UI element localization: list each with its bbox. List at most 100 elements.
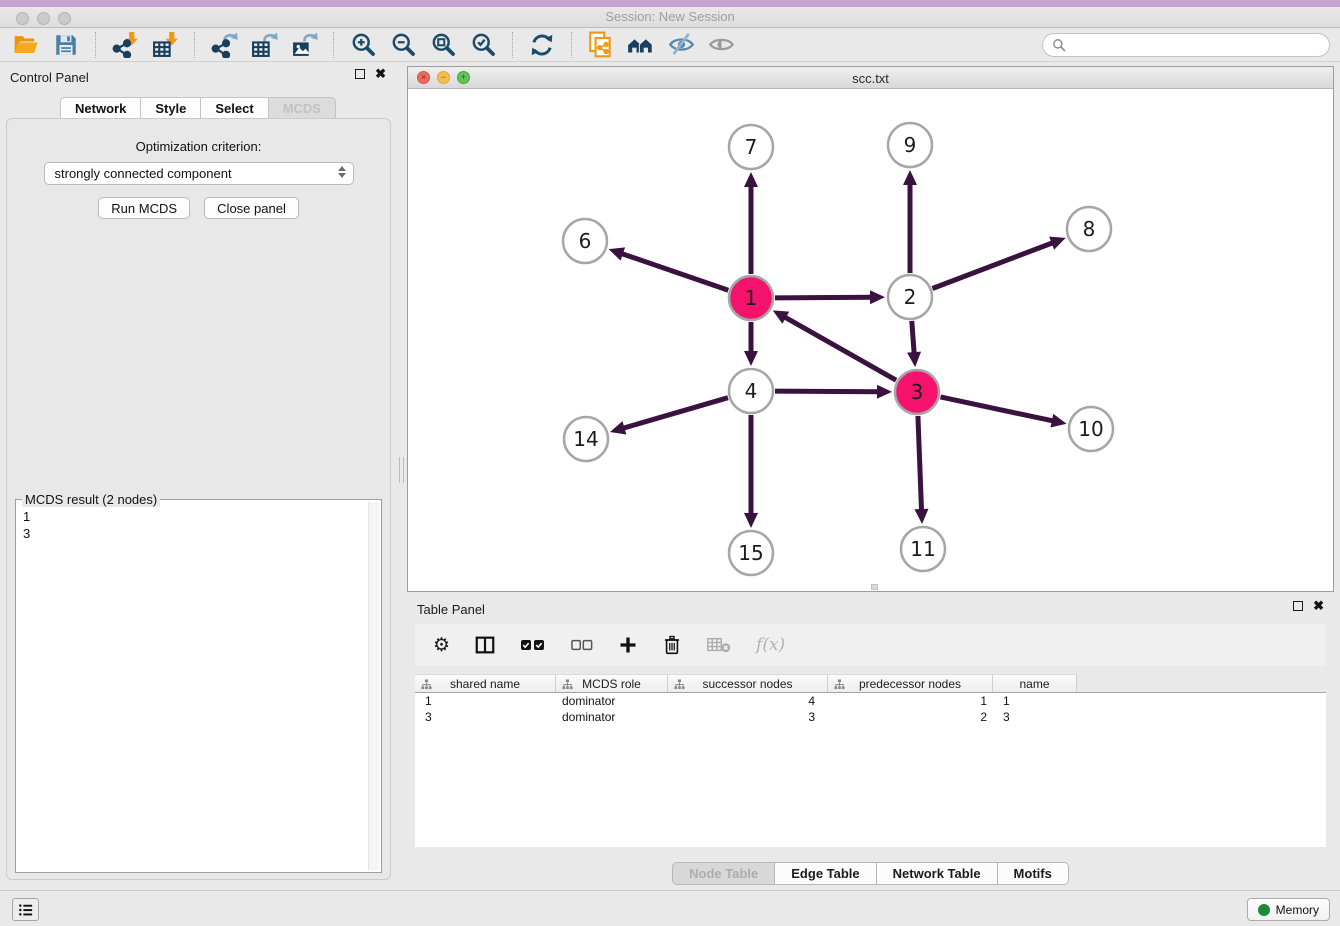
select-all-checkboxes-icon[interactable]: [520, 637, 546, 653]
show-graphics-details-icon[interactable]: [705, 30, 737, 60]
column-header-mcds-role[interactable]: MCDS role: [556, 674, 668, 692]
graph-node-14[interactable]: 14: [564, 417, 608, 461]
open-session-icon[interactable]: [10, 30, 42, 60]
tab-style[interactable]: Style: [141, 97, 201, 120]
table-cell[interactable]: dominator: [556, 709, 668, 725]
graph-edge-4-14[interactable]: [610, 398, 728, 435]
graph-node-9[interactable]: 9: [888, 123, 932, 167]
search-input[interactable]: [1072, 37, 1320, 52]
graph-edge-4-15[interactable]: [744, 415, 758, 528]
search-field[interactable]: [1042, 33, 1330, 57]
zoom-in-icon[interactable]: [347, 30, 379, 60]
close-panel-button[interactable]: Close panel: [204, 197, 299, 219]
zoom-selected-icon[interactable]: [467, 30, 499, 60]
table-toolbar: ⚙ f(x): [415, 624, 1326, 666]
deselect-all-checkboxes-icon[interactable]: [570, 638, 594, 652]
column-header-name[interactable]: name: [993, 674, 1077, 692]
table-cell[interactable]: 3: [668, 709, 828, 725]
graph-edge-1-4[interactable]: [744, 322, 758, 366]
first-neighbors-icon[interactable]: [625, 30, 657, 60]
float-table-panel-icon[interactable]: [1293, 601, 1303, 611]
table-cell[interactable]: 3: [415, 709, 556, 725]
table-cell[interactable]: 3: [993, 709, 1077, 725]
graph-node-15[interactable]: 15: [729, 531, 773, 575]
function-builder-icon: f(x): [756, 635, 785, 655]
export-image-icon[interactable]: [288, 30, 320, 60]
tab-edge-table[interactable]: Edge Table: [775, 862, 876, 885]
close-panel-icon[interactable]: ✖: [375, 69, 386, 79]
import-network-icon[interactable]: [109, 30, 141, 60]
table-row[interactable]: 1dominator411: [415, 693, 1326, 709]
tab-node-table[interactable]: Node Table: [672, 862, 775, 885]
column-header-successor-nodes[interactable]: successor nodes: [668, 674, 828, 692]
table-cell[interactable]: 2: [828, 709, 993, 725]
new-network-from-selection-icon[interactable]: [585, 30, 617, 60]
network-view-window: × − + scc.txt 7 9 6 8 1 2 4 3 14 10 15 11: [407, 66, 1334, 592]
tab-network-table[interactable]: Network Table: [877, 862, 998, 885]
graph-node-1[interactable]: 1: [729, 276, 773, 320]
delete-row-icon[interactable]: [662, 634, 682, 656]
add-row-icon[interactable]: [618, 635, 638, 655]
graph-edge-4-3[interactable]: [775, 385, 892, 399]
zoom-out-icon[interactable]: [387, 30, 419, 60]
graph-edge-2-8[interactable]: [932, 237, 1065, 289]
graph-node-6[interactable]: 6: [563, 219, 607, 263]
toolbar-separator: [571, 32, 572, 58]
close-table-panel-icon[interactable]: ✖: [1313, 601, 1324, 611]
graph-node-10[interactable]: 10: [1069, 407, 1113, 451]
network-window-titlebar[interactable]: × − + scc.txt: [408, 67, 1333, 89]
graph-edge-2-3[interactable]: [907, 321, 921, 367]
graph-edge-2-9[interactable]: [903, 170, 917, 273]
result-scrollbar[interactable]: [368, 502, 379, 870]
panel-splitter[interactable]: [397, 62, 407, 890]
mcds-result-title: MCDS result (2 nodes): [22, 492, 160, 507]
graph-edge-1-6[interactable]: [609, 247, 729, 290]
toolbar-separator: [95, 32, 96, 58]
save-session-icon[interactable]: [50, 30, 82, 60]
table-row[interactable]: 3dominator323: [415, 709, 1326, 725]
import-table-icon[interactable]: [149, 30, 181, 60]
graph-node-8[interactable]: 8: [1067, 207, 1111, 251]
table-cell[interactable]: 1: [993, 693, 1077, 709]
graph-node-2[interactable]: 2: [888, 275, 932, 319]
run-mcds-button[interactable]: Run MCDS: [98, 197, 190, 219]
column-header-shared-name[interactable]: shared name: [415, 674, 556, 692]
table-cell[interactable]: 1: [415, 693, 556, 709]
canvas-grip-icon[interactable]: [871, 584, 878, 590]
refresh-layout-icon[interactable]: [526, 30, 558, 60]
memory-button[interactable]: Memory: [1247, 898, 1330, 921]
hierarchy-icon: [421, 679, 432, 690]
tab-select[interactable]: Select: [201, 97, 268, 120]
menubar-accent-strip: [0, 0, 1340, 7]
export-table-icon[interactable]: [248, 30, 280, 60]
graph-edge-3-1[interactable]: [773, 310, 896, 380]
mcds-result-text[interactable]: 1 3: [18, 508, 367, 870]
zoom-fit-icon[interactable]: [427, 30, 459, 60]
show-columns-icon[interactable]: [474, 634, 496, 656]
column-header-predecessor-nodes[interactable]: predecessor nodes: [828, 674, 993, 692]
graph-edge-3-10[interactable]: [940, 397, 1066, 428]
hide-graphics-details-icon[interactable]: [665, 30, 697, 60]
graph-node-3[interactable]: 3: [895, 370, 939, 414]
splitter-grip[interactable]: [399, 457, 404, 483]
table-cell[interactable]: 1: [828, 693, 993, 709]
graph-edge-1-2[interactable]: [775, 290, 885, 304]
network-window-title: scc.txt: [408, 71, 1333, 86]
graph-node-11[interactable]: 11: [901, 527, 945, 571]
task-history-button[interactable]: [12, 898, 39, 921]
table-cell[interactable]: 4: [668, 693, 828, 709]
tab-mcds[interactable]: MCDS: [269, 97, 336, 120]
table-options-icon[interactable]: ⚙: [433, 636, 450, 655]
graph-edge-3-11[interactable]: [914, 416, 928, 524]
graph-edge-1-7[interactable]: [744, 172, 758, 274]
float-panel-icon[interactable]: [355, 69, 365, 79]
tab-motifs[interactable]: Motifs: [998, 862, 1069, 885]
network-canvas[interactable]: 7 9 6 8 1 2 4 3 14 10 15 11: [408, 89, 1333, 591]
table-cell[interactable]: dominator: [556, 693, 668, 709]
optimization-criterion-select[interactable]: strongly connected component: [44, 162, 354, 185]
export-network-icon[interactable]: [208, 30, 240, 60]
svg-text:1: 1: [745, 286, 758, 310]
graph-node-4[interactable]: 4: [729, 369, 773, 413]
graph-node-7[interactable]: 7: [729, 125, 773, 169]
tab-network[interactable]: Network: [60, 97, 141, 120]
